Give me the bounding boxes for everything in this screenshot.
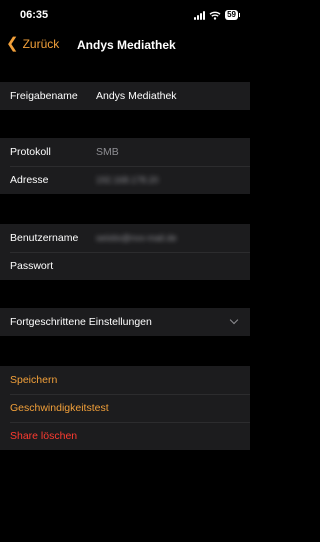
username-label: Benutzername	[10, 232, 79, 244]
actions-section: Speichern Geschwindigkeitstest Share lös…	[0, 366, 250, 450]
password-label: Passwort	[10, 260, 54, 272]
speed-test-row[interactable]: Geschwindigkeitstest	[0, 394, 250, 422]
cellular-signal-icon	[194, 10, 206, 20]
page-title: Andys Mediathek	[77, 38, 176, 52]
credentials-section: Benutzername seistio@nvx-mail.de Passwor…	[0, 224, 250, 280]
username-field[interactable]: seistio@nvx-mail.de	[96, 233, 177, 243]
status-bar: 06:35 59	[0, 0, 250, 30]
protocol-row: Protokoll SMB	[0, 138, 250, 166]
username-row[interactable]: Benutzername seistio@nvx-mail.de	[0, 224, 250, 252]
protocol-label: Protokoll	[10, 146, 51, 158]
save-row[interactable]: Speichern	[0, 366, 250, 394]
chevron-down-icon	[229, 315, 239, 325]
save-button[interactable]: Speichern	[10, 374, 57, 386]
advanced-settings-row[interactable]: Fortgeschrittene Einstellungen	[0, 308, 250, 336]
delete-share-row[interactable]: Share löschen	[0, 422, 250, 450]
address-field[interactable]: 192.168.178.20	[96, 175, 159, 185]
battery-level: 59	[227, 10, 236, 19]
speed-test-button[interactable]: Geschwindigkeitstest	[10, 402, 109, 414]
battery-icon: 59	[225, 10, 240, 20]
address-row[interactable]: Adresse 192.168.178.20	[0, 166, 250, 194]
back-button[interactable]: ❮ Zurück	[6, 36, 59, 51]
share-name-section: Freigabename Andys Mediathek	[0, 82, 250, 110]
password-row[interactable]: Passwort	[0, 252, 250, 280]
wifi-icon	[209, 11, 221, 20]
address-label: Adresse	[10, 174, 49, 186]
chevron-left-icon: ❮	[6, 35, 19, 52]
navigation-bar: ❮ Zurück Andys Mediathek	[0, 30, 250, 60]
status-icons: 59	[194, 10, 240, 20]
share-name-row[interactable]: Freigabename Andys Mediathek	[0, 82, 250, 110]
status-time: 06:35	[20, 9, 49, 21]
connection-section: Protokoll SMB Adresse 192.168.178.20	[0, 138, 250, 194]
share-name-field[interactable]: Andys Mediathek	[96, 90, 177, 102]
protocol-value: SMB	[96, 146, 119, 158]
advanced-settings-label: Fortgeschrittene Einstellungen	[10, 316, 152, 328]
delete-share-button[interactable]: Share löschen	[10, 430, 77, 442]
share-name-label: Freigabename	[10, 90, 78, 102]
back-label: Zurück	[22, 36, 60, 51]
advanced-section: Fortgeschrittene Einstellungen	[0, 308, 250, 336]
